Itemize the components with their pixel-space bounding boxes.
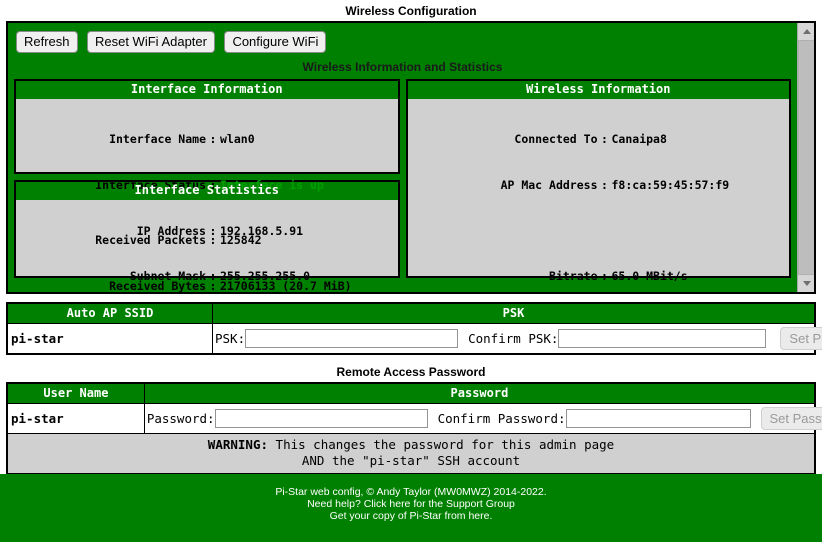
remote-access-title: Remote Access Password [0,361,822,382]
confirm-password-label: Confirm Password: [438,411,566,426]
info-value: 65.0 MBit/s [612,269,688,283]
info-sep: : [598,132,612,147]
info-value: f8:ca:59:45:57:f9 [612,178,730,192]
wireless-panel-subtitle: Wireless Information and Statistics [14,59,791,79]
password-header: Password [144,383,815,404]
info-value: Canaipa8 [612,132,667,146]
scroll-up-arrow-icon[interactable] [798,23,815,40]
wireless-information-heading: Wireless Information [408,81,790,99]
wireless-information-body: Connected To:Canaipa8 AP Mac Address:f8:… [408,99,790,294]
footer-support-link[interactable]: Need help? Click here for the Support Gr… [0,498,822,510]
right-column: Wireless Information Connected To:Canaip… [406,79,792,284]
auto-ap-psk-header: PSK [213,303,816,324]
confirm-password-input[interactable] [566,409,751,428]
auto-ap-psk-fields: PSK: Confirm PSK: Set PSK [213,324,816,355]
info-key: Interface Name [16,132,206,147]
scrollbar-thumb[interactable] [798,40,815,275]
info-row-spacer [408,224,784,239]
interface-information-box: Interface Information Interface Name:wla… [14,79,400,174]
auto-ap-table: Auto AP SSID PSK pi-star PSK: Confirm PS… [6,302,816,355]
password-warning-row: WARNING: This changes the password for t… [7,434,815,475]
psk-label: PSK: [215,331,245,346]
info-sep: : [206,233,220,248]
reset-wifi-adapter-button[interactable]: Reset WiFi Adapter [87,31,215,53]
confirm-psk-input[interactable] [558,329,766,348]
info-row: Bitrate:65.0 MBit/s [408,269,784,284]
page-footer: Pi-Star web config, © Andy Taylor (MW0MW… [0,474,822,542]
password-input[interactable] [215,409,428,428]
wireless-info-panel: Refresh Reset WiFi Adapter Configure WiF… [6,21,816,294]
info-sep: : [598,178,612,193]
info-key: Received Bytes [16,279,206,294]
info-row: Received Packets:125842 [16,233,392,248]
user-name-header: User Name [7,383,144,404]
wifi-toolbar: Refresh Reset WiFi Adapter Configure WiF… [14,29,791,59]
confirm-psk-label: Confirm PSK: [468,331,558,346]
info-key: Bitrate [408,269,598,284]
warning-line-1: This changes the password for this admin… [268,437,614,452]
remote-access-table: User Name Password pi-star Password: Con… [6,382,816,475]
info-sep: : [206,132,220,147]
refresh-button[interactable]: Refresh [16,31,78,53]
remote-access-header-row: User Name Password [7,383,815,404]
footer-copyright: Pi-Star web config, © Andy Taylor (MW0MW… [0,486,822,498]
info-sep: : [206,279,220,294]
warning-prefix: WARNING: [208,437,268,452]
info-row: Connected To:Canaipa8 [408,132,784,147]
info-sep: : [598,269,612,284]
left-column: Interface Information Interface Name:wla… [14,79,400,284]
wireless-panel-columns: Interface Information Interface Name:wla… [14,79,791,284]
info-key: AP Mac Address [408,178,598,193]
auto-ap-ssid-value: pi-star [7,324,213,355]
page-title: Wireless Configuration [0,0,822,21]
info-key: Connected To [408,132,598,147]
warning-line-2: AND the "pi-star" SSH account [302,453,520,468]
password-warning-cell: WARNING: This changes the password for t… [7,434,815,475]
scroll-down-arrow-icon[interactable] [798,275,815,292]
info-key: Received Packets [16,233,206,248]
set-password-button[interactable]: Set Password [761,407,822,430]
wireless-info-panel-content: Refresh Reset WiFi Adapter Configure WiF… [8,23,797,292]
wireless-configuration-page: Wireless Configuration Refresh Reset WiF… [0,0,822,542]
auto-ap-value-row: pi-star PSK: Confirm PSK: [7,324,815,355]
auto-ap-ssid-header: Auto AP SSID [7,303,213,324]
remote-access-value-row: pi-star Password: Confirm Password: [7,404,815,434]
user-name-value: pi-star [7,404,144,434]
password-label: Password: [147,411,215,426]
info-row: Interface Name:wlan0 [16,132,392,147]
panel-vertical-scrollbar[interactable] [797,23,814,292]
wireless-information-box: Wireless Information Connected To:Canaip… [406,79,792,278]
info-value: wlan0 [220,132,255,146]
info-value: 125842 [220,233,262,247]
remote-access-password-fields: Password: Confirm Password: Set Passwo [144,404,815,434]
footer-download-link[interactable]: Get your copy of Pi-Star from here. [0,510,822,522]
configure-wifi-button[interactable]: Configure WiFi [224,31,326,53]
info-row: AP Mac Address:f8:ca:59:45:57:f9 [408,178,784,193]
set-psk-button[interactable]: Set PSK [780,327,822,350]
psk-input[interactable] [245,329,458,348]
interface-information-heading: Interface Information [16,81,398,99]
auto-ap-header-row: Auto AP SSID PSK [7,303,815,324]
